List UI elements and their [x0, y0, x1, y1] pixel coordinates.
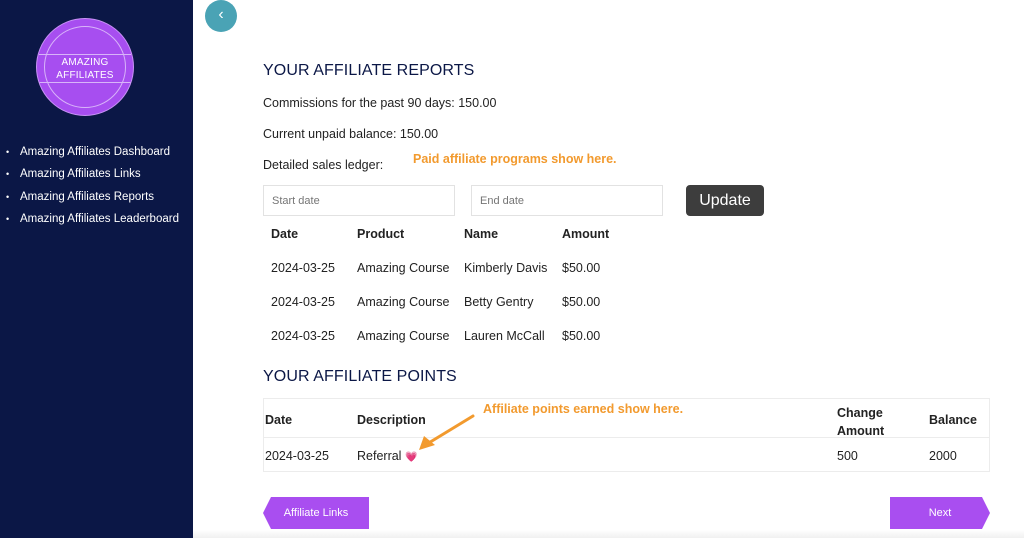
bottom-shadow [193, 530, 1024, 538]
logo-divider-bottom [39, 82, 131, 83]
ledger-cell-amount: $50.00 [562, 261, 601, 275]
bullet-icon: • [6, 147, 10, 157]
ledger-header-amount: Amount [562, 227, 610, 241]
sidebar-item-label: Amazing Affiliates Leaderboard [20, 213, 179, 226]
sidebar-item-leaderboard[interactable]: • Amazing Affiliates Leaderboard [0, 211, 179, 233]
start-date-input[interactable] [263, 185, 455, 216]
bullet-icon: • [6, 191, 10, 202]
ledger-cell-name: Kimberly Davis [464, 261, 548, 275]
bullet-icon: • [6, 169, 10, 180]
chevron-left-icon: ‹ [218, 6, 224, 23]
affiliate-links-button[interactable]: Affiliate Links [263, 497, 369, 529]
ledger-header-date: Date [271, 227, 299, 241]
ledger-cell-product: Amazing Course [357, 329, 450, 343]
ledger-cell-product: Amazing Course [357, 295, 450, 309]
ledger-cell-date: 2024-03-25 [271, 295, 335, 309]
collapse-sidebar-button[interactable]: ‹ [205, 0, 237, 32]
sidebar-item-dashboard[interactable]: • Amazing Affiliates Dashboard [0, 144, 179, 166]
logo-text-line1: AMAZING [61, 57, 109, 68]
sidebar: AMAZING AFFILIATES • Amazing Affiliates D… [0, 0, 193, 538]
logo-divider-top [39, 54, 131, 55]
unpaid-balance-text: Current unpaid balance: 150.00 [263, 127, 439, 141]
points-header-balance: Balance [929, 413, 977, 427]
reports-title: YOUR AFFILIATE REPORTS [263, 62, 475, 79]
points-cell-change: 500 [837, 449, 858, 463]
logo-text: AMAZING AFFILIATES [37, 56, 133, 82]
update-button[interactable]: Update [686, 185, 764, 216]
bullet-icon: • [6, 214, 10, 225]
sidebar-item-label: Amazing Affiliates Links [20, 168, 141, 181]
amazing-affiliates-logo[interactable]: AMAZING AFFILIATES [36, 18, 134, 116]
points-description-text: Referral [357, 449, 402, 463]
sidebar-nav: • Amazing Affiliates Dashboard • Amazing A… [0, 144, 179, 234]
points-cell-balance: 2000 [929, 449, 957, 463]
ledger-cell-name: Betty Gentry [464, 295, 534, 309]
end-date-input[interactable] [471, 185, 663, 216]
sidebar-item-label: Amazing Affiliates Dashboard [20, 146, 171, 158]
sales-ledger-label: Detailed sales ledger: [263, 158, 384, 172]
points-title: YOUR AFFILIATE POINTS [263, 368, 457, 385]
points-cell-date: 2024-03-25 [265, 449, 329, 463]
next-button[interactable]: Next [890, 497, 990, 529]
ledger-cell-date: 2024-03-25 [271, 329, 335, 343]
paid-programs-annotation: Paid affiliate programs show here. [413, 152, 617, 166]
ledger-cell-amount: $50.00 [562, 295, 601, 309]
ledger-header-name: Name [464, 227, 499, 241]
points-annotation: Affiliate points earned show here. [483, 402, 684, 416]
sidebar-item-label: Amazing Affiliates Reports [20, 190, 155, 203]
ledger-cell-amount: $50.00 [562, 329, 601, 343]
points-header-change-amount: Change Amount [837, 406, 885, 438]
sidebar-item-links[interactable]: • Amazing Affiliates Links [0, 166, 179, 188]
logo-text-line2: AFFILIATES [56, 70, 114, 81]
ledger-cell-product: Amazing Course [357, 261, 450, 275]
points-cell-description: Referral 💗 [357, 449, 417, 463]
ledger-header-product: Product [357, 227, 405, 241]
ledger-cell-date: 2024-03-25 [271, 261, 335, 275]
ledger-cell-name: Lauren McCall [464, 329, 545, 343]
commissions-text: Commissions for the past 90 days: 150.00 [263, 96, 497, 110]
sidebar-item-reports[interactable]: • Amazing Affiliates Reports [0, 189, 179, 211]
annotation-arrow-icon [419, 414, 475, 450]
pink-heart-icon: 💗 [404, 452, 418, 463]
points-header-date: Date [265, 413, 293, 427]
